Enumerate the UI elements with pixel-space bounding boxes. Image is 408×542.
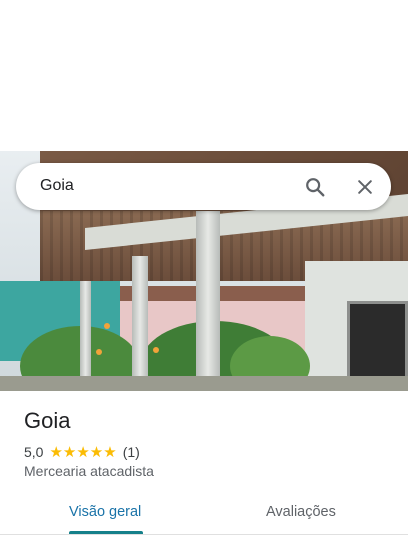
search-input[interactable]: Goia [40,177,74,195]
tabs-divider [0,534,408,535]
rating-stars: ★★★★★ [49,444,117,461]
search-bar[interactable]: Goia [16,163,391,210]
place-category[interactable]: Mercearia atacadista [24,463,154,479]
search-icon[interactable] [302,174,328,200]
tab-reviews[interactable]: Avaliações [266,504,336,520]
close-icon[interactable] [352,174,378,200]
top-blank-area [0,0,408,151]
rating-row[interactable]: 5,0 ★★★★★ (1) [24,443,140,461]
tab-overview[interactable]: Visão geral [69,504,141,520]
review-count[interactable]: (1) [123,444,140,460]
place-title: Goia [24,408,71,433]
rating-value: 5,0 [24,444,44,460]
